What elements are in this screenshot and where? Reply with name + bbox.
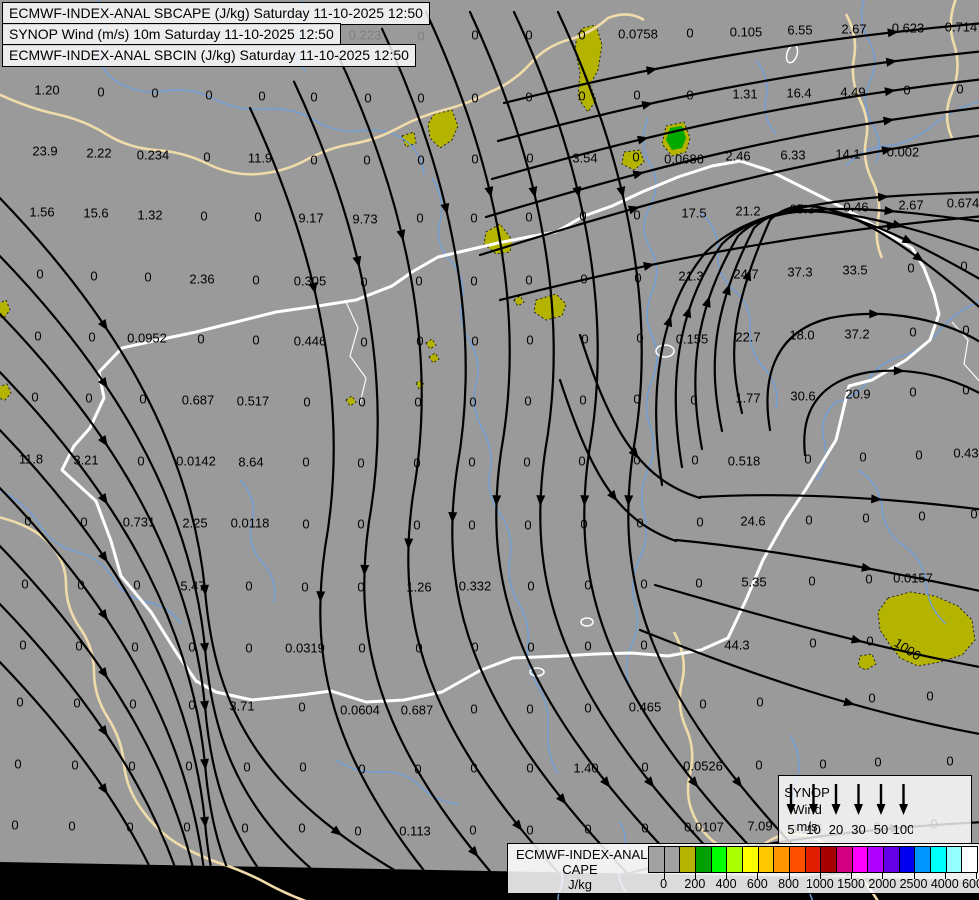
wind-legend-box: SYNOP Wind m/s 510203050100 <box>778 775 972 847</box>
cape-colorbar-tick-label: 1500 <box>837 877 865 891</box>
cape-colorbar-cell <box>836 847 852 872</box>
wind-speed-label: 20 <box>829 822 843 837</box>
cape-colorbar <box>648 846 978 873</box>
wind-legend-arrows: 5 10 20 30 50 100 <box>779 776 913 844</box>
streamline-arrowhead <box>331 883 345 897</box>
wind-speed-label: 100 <box>893 822 913 837</box>
header-line-sbcape: ECMWF-INDEX-ANAL SBCAPE (J/kg) Saturday … <box>2 2 430 25</box>
wind-arrow-icon <box>832 804 841 815</box>
cape-colorbar-tick-label: 800 <box>778 877 799 891</box>
cape-colorbar-cell <box>946 847 962 872</box>
cape-colorbar-tick-label: 1000 <box>806 877 834 891</box>
cape-colorbar-tick-label: 600 <box>747 877 768 891</box>
streamline-arrowhead <box>200 875 210 887</box>
wind-arrow-icon <box>899 804 908 815</box>
cape-colorbar-cell <box>789 847 805 872</box>
header-line-sbcin: ECMWF-INDEX-ANAL SBCIN (J/kg) Saturday 1… <box>2 44 416 67</box>
wind-speed-label: 50 <box>874 822 888 837</box>
cape-colorbar-cell <box>726 847 742 872</box>
wind-speed-label: 5 <box>787 822 794 837</box>
cape-colorbar-cell <box>961 847 977 872</box>
cape-colorbar-cell <box>899 847 915 872</box>
cape-colorbar-cell <box>930 847 946 872</box>
header-line-wind: SYNOP Wind (m/s) 10m Saturday 11-10-2025… <box>2 23 341 46</box>
map-domain <box>0 0 979 880</box>
cape-colorbar-cell <box>852 847 868 872</box>
cape-colorbar-cell <box>742 847 758 872</box>
cape-colorbar-cell <box>711 847 727 872</box>
cape-legend-units: J/kg <box>516 877 644 892</box>
cape-colorbar-tick-label: 400 <box>716 877 737 891</box>
cape-colorbar-tick-label: 4000 <box>931 877 959 891</box>
cape-legend-product: ECMWF-INDEX-ANAL <box>516 847 644 862</box>
cape-colorbar-cell <box>773 847 789 872</box>
wind-arrow-icon <box>877 804 886 815</box>
cape-colorbar-tick-label: 200 <box>684 877 705 891</box>
cape-colorbar-cell <box>758 847 774 872</box>
cape-colorbar-cell <box>679 847 695 872</box>
cape-colorbar-cell <box>695 847 711 872</box>
streamline-arrowhead <box>424 872 438 886</box>
wind-speed-label: 10 <box>806 822 820 837</box>
cape-legend-box: ECMWF-INDEX-ANAL CAPE J/kg 0 200 400 600 800… <box>507 843 979 894</box>
cape-legend-parameter: CAPE <box>516 862 644 877</box>
weather-map-window: 1000 0.22300000.075800.1056.552.670.6230… <box>0 0 979 900</box>
wind-speed-label: 30 <box>851 822 865 837</box>
cape-colorbar-cell <box>883 847 899 872</box>
cape-colorbar-cell <box>664 847 680 872</box>
wind-arrow-icon <box>854 804 863 815</box>
wind-arrow-icon <box>787 804 796 815</box>
cape-colorbar-tick-label: 2500 <box>900 877 928 891</box>
map-canvas: 100 0 <box>0 0 979 900</box>
cape-colorbar-cell <box>867 847 883 872</box>
cape-colorbar-cell <box>649 847 664 872</box>
cape-colorbar-cell <box>914 847 930 872</box>
cape-colorbar-tick-label: 2000 <box>868 877 896 891</box>
cape-colorbar-tick-label: 0 <box>660 877 667 891</box>
cape-colorbar-cell <box>805 847 821 872</box>
cape-colorbar-cell <box>820 847 836 872</box>
cape-colorbar-tick-label: 6000 <box>962 877 979 891</box>
wind-arrow-icon <box>809 804 818 815</box>
